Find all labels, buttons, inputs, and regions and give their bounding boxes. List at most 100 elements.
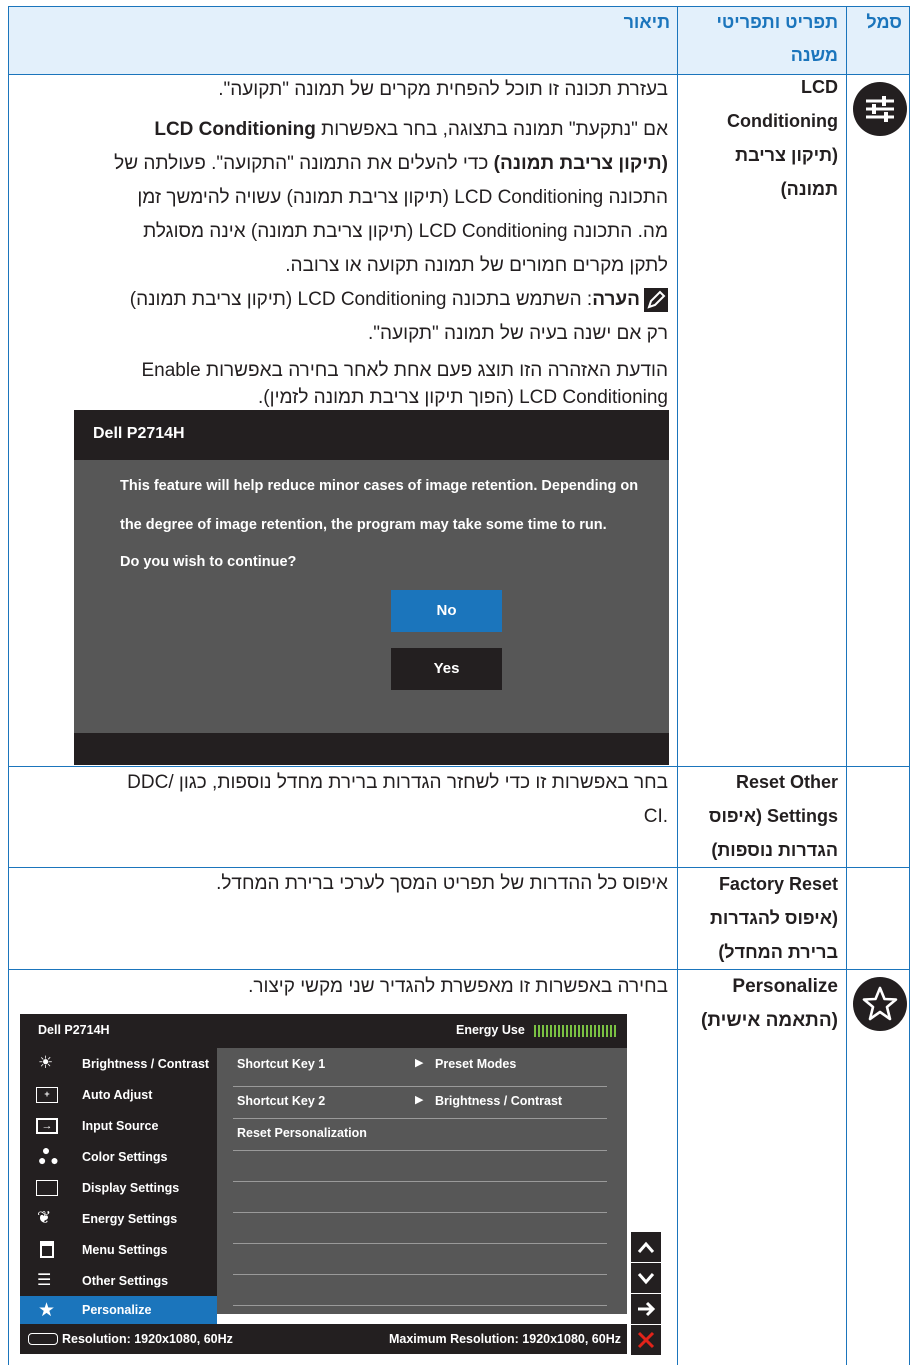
factory-reset-desc: איפוס כל ההדרות של תפריט המסך לערכי בריר…: [216, 873, 668, 894]
menu-icon: [40, 1241, 54, 1258]
osd-divider: [233, 1150, 607, 1151]
dialog-message: Do you wish to continue?: [120, 554, 297, 570]
resolution-text: Resolution: 1920x1080, 60Hz: [62, 1332, 233, 1346]
osd-menu-label: Other Settings: [82, 1274, 169, 1288]
personalize-title: Personalize: [732, 976, 838, 997]
note-line: הערה: השתמש בתכונה LCD Conditioning (תיק…: [130, 283, 668, 317]
reset-personalization-row[interactable]: Reset Personalization: [233, 1125, 607, 1151]
reset-other-desc-2: .CI: [643, 806, 668, 827]
reset-other-title: Reset Other: [735, 772, 838, 792]
shortcut-key-2-value: Brightness / Contrast: [435, 1094, 563, 1108]
factory-reset-title-2: (איפוס להגדרות: [710, 908, 838, 928]
down-button[interactable]: [631, 1263, 661, 1293]
osd-divider: [233, 1086, 607, 1087]
osd-menu-item-auto-adjust[interactable]: + Auto Adjust: [20, 1079, 217, 1110]
osd-menu-item-personalize[interactable]: ★ Personalize: [20, 1296, 217, 1324]
table-border-right: [909, 6, 910, 1365]
osd-menu-item-energy[interactable]: ❦ Energy Settings: [20, 1203, 217, 1234]
osd-divider: [233, 1181, 607, 1182]
column-divider-icon: [846, 6, 847, 1365]
auto-adjust-icon: +: [36, 1087, 58, 1103]
osd-status-bar: Resolution: 1920x1080, 60Hz Maximum Reso…: [20, 1324, 627, 1354]
osd-divider: [233, 1118, 607, 1119]
sliders-icon: ☰: [37, 1272, 52, 1289]
lcd-conditioning-title: LCD: [801, 77, 838, 97]
lcd-conditioning-title-4: תמונה): [780, 179, 838, 199]
dialog-footer: [74, 733, 669, 765]
lcd-desc-line: מה. התכונה LCD Conditioning (תיקון צריבת…: [143, 221, 668, 242]
reset-personalization-label: Reset Personalization: [237, 1126, 367, 1140]
up-button[interactable]: [631, 1232, 661, 1262]
table-border-left: [8, 6, 9, 1365]
color-dots-icon: ● ● ●: [38, 1142, 59, 1168]
shortcut-key-1-value: Preset Modes: [435, 1057, 517, 1071]
play-icon: ▶: [415, 1094, 424, 1106]
shortcut-key-2-label: Shortcut Key 2: [237, 1094, 326, 1108]
play-icon: ▶: [415, 1057, 424, 1069]
osd-menu-item-color[interactable]: ● ● ● Color Settings: [20, 1141, 217, 1172]
shortcut-key-1-label: Shortcut Key 1: [237, 1057, 326, 1071]
osd-divider: [233, 1305, 607, 1306]
column-divider-menu: [677, 6, 678, 1365]
osd-divider: [233, 1274, 607, 1275]
osd-menu-item-menu[interactable]: Menu Settings: [20, 1234, 217, 1265]
star-icon: ★: [38, 1300, 56, 1321]
osd-title: Dell P2714H: [38, 1023, 110, 1037]
osd-menu-label: Personalize: [82, 1303, 152, 1317]
note-label: הערה: [592, 289, 640, 310]
osd-menu-item-other[interactable]: ☰ Other Settings: [20, 1265, 217, 1296]
lcd-desc-line: התכונה LCD Conditioning (תיקון צריבת תמו…: [137, 187, 668, 208]
dialog-title: Dell P2714H: [74, 410, 669, 460]
factory-reset-title-3: ברירת המחדל): [718, 942, 838, 962]
other-settings-icon: [853, 82, 907, 136]
osd-menu-label: Display Settings: [82, 1181, 180, 1195]
sun-icon: ☀: [38, 1053, 54, 1072]
display-icon: [36, 1180, 58, 1196]
shortcut-key-1-row[interactable]: Shortcut Key 1 ▶ Preset Modes: [233, 1056, 607, 1082]
header-col-desc: תיאור: [623, 12, 670, 32]
enter-button[interactable]: [631, 1294, 661, 1324]
osd-title-bar: Dell P2714H Energy Use: [20, 1014, 627, 1048]
header-col-icon: סמל: [866, 12, 902, 32]
lcd-desc-line: (תיקון צריבת תמונה) כדי להעלים את התמונה…: [114, 153, 668, 174]
input-source-icon: →: [36, 1118, 58, 1134]
note-line-2: רק אם ישנה בעיה של תמונה "תקועה".: [368, 323, 668, 344]
no-button[interactable]: No: [391, 590, 502, 632]
dialog-message: the degree of image retention, the progr…: [120, 517, 607, 533]
energy-meter: [534, 1025, 616, 1037]
lcd-conditioning-title-2: Conditioning: [727, 111, 838, 131]
osd-menu-label: Menu Settings: [82, 1243, 168, 1257]
reset-other-title-2: Settings (איפוס: [708, 806, 838, 826]
lcd-desc-line: אם "נתקעת" תמונה בתצוגה, בחר באפשרות LCD…: [154, 119, 668, 140]
osd-menu-label: Color Settings: [82, 1150, 168, 1164]
energy-use-label: Energy Use: [456, 1023, 525, 1037]
note-text: : השתמש בתכונה LCD Conditioning (תיקון צ…: [129, 289, 593, 310]
shortcut-key-2-row[interactable]: Shortcut Key 2 ▶ Brightness / Contrast: [233, 1093, 607, 1119]
leaf-icon: ❦: [37, 1208, 52, 1227]
osd-divider: [233, 1212, 607, 1213]
note-icon: [644, 287, 668, 312]
factory-reset-title: Factory Reset: [718, 874, 838, 894]
lcd-conditioning-dialog: Dell P2714H This feature will help reduc…: [74, 410, 669, 765]
osd-menu-item-brightness[interactable]: ☀ Brightness / Contrast: [20, 1048, 217, 1079]
lcd-conditioning-title-3: (תיקון צריבת: [735, 145, 838, 165]
close-button[interactable]: [631, 1325, 661, 1355]
reset-other-title-3: הגדרות נוספות): [711, 840, 838, 860]
osd-menu-label: Brightness / Contrast: [82, 1057, 210, 1071]
osd-menu-label: Input Source: [82, 1119, 159, 1133]
osd-divider: [233, 1243, 607, 1244]
yes-button[interactable]: Yes: [391, 648, 502, 690]
lcd-desc-line: בעזרת תכונה זו תוכל להפחית מקרים של תמונ…: [218, 79, 668, 100]
osd-menu-item-display[interactable]: Display Settings: [20, 1172, 217, 1203]
osd-menu-label: Auto Adjust: [82, 1088, 153, 1102]
header-col-menu: תפריט ותפריטי: [716, 12, 838, 32]
hdmi-icon: [28, 1333, 58, 1345]
personalize-desc: בחירה באפשרות זו מאפשרת להגדיר שני מקשי …: [248, 976, 668, 997]
osd-menu-item-input-source[interactable]: → Input Source: [20, 1110, 217, 1141]
lcd-desc-line: לתקן מקרים חמורים של תמונה תקועה או צרוב…: [285, 255, 668, 276]
dialog-message: This feature will help reduce minor case…: [120, 478, 639, 494]
reset-other-desc: בחר באפשרות זו כדי לשחזר הגדרות ברירת מח…: [127, 772, 668, 793]
osd-menu-label: Energy Settings: [82, 1212, 178, 1226]
max-resolution-text: Maximum Resolution: 1920x1080, 60Hz: [388, 1332, 621, 1346]
personalize-title-2: (התאמה אישית): [701, 1010, 838, 1031]
